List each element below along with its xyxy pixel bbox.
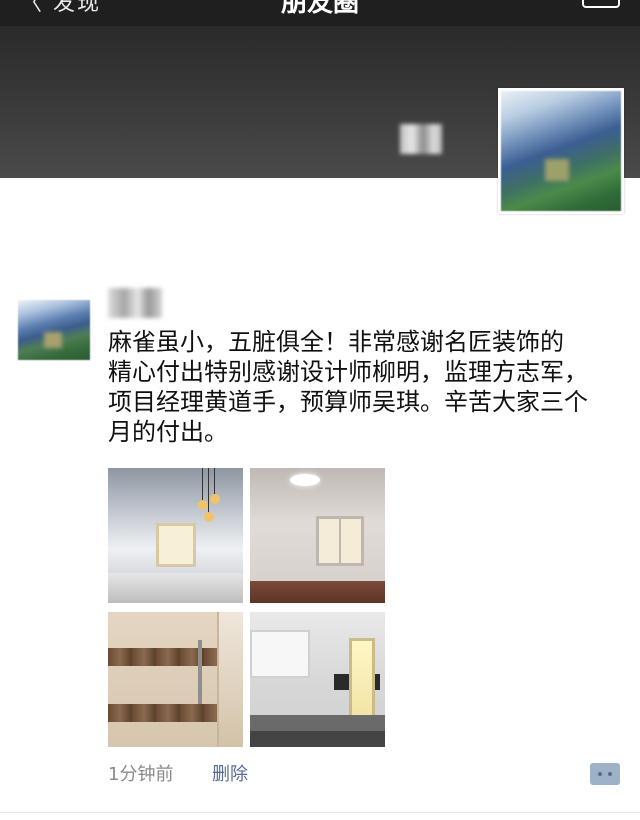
photo-thumbnail[interactable]: [108, 468, 243, 603]
top-bar: 〈 发现 朋友圈: [0, 0, 640, 26]
divider: [0, 812, 640, 813]
photo-thumbnail[interactable]: [250, 468, 385, 603]
profile-avatar[interactable]: [498, 88, 624, 214]
post-author-name-blurred[interactable]: [108, 288, 162, 318]
photo-door: [217, 612, 243, 747]
photo-window: [349, 638, 375, 724]
delete-link[interactable]: 删除: [212, 763, 248, 787]
photo-thumbnail[interactable]: [250, 612, 385, 747]
comment-more-icon[interactable]: [590, 763, 620, 785]
post-author-avatar[interactable]: [18, 300, 90, 360]
post-text-line: 麻雀虽小，五脏俱全！非常感谢名匠装饰的: [108, 328, 564, 356]
photo-ceiling-light: [290, 474, 320, 486]
post-text-line: 月的付出。: [108, 418, 228, 446]
post-time: 1分钟前: [108, 764, 174, 785]
photo-window: [316, 516, 364, 566]
photo-cabinet: [250, 630, 310, 678]
post-text: 麻雀虽小，五脏俱全！非常感谢名匠装饰的 精心付出特别感谢设计师柳明，监理方志军，…: [108, 327, 628, 447]
page-title: 朋友圈: [280, 0, 359, 18]
profile-avatar-image: [501, 91, 621, 211]
photo-thumbnail[interactable]: [108, 612, 243, 747]
photo-lamp: [210, 468, 223, 504]
photo-floor: [250, 581, 385, 603]
photo-shower: [198, 640, 202, 704]
profile-name-blurred: [400, 124, 442, 154]
photo-floor: [108, 573, 243, 603]
post-text-line: 项目经理黄道手，预算师吴琪。辛苦大家三个: [108, 388, 588, 416]
camera-icon[interactable]: [582, 0, 620, 8]
photo-window: [156, 523, 196, 567]
photo-cabinet-bottom: [250, 731, 385, 747]
post-text-line: 精心付出特别感谢设计师柳明，监理方志军，: [108, 358, 588, 386]
dot-icon: [598, 772, 602, 776]
dot-icon: [608, 772, 612, 776]
photo-counter: [250, 715, 385, 731]
